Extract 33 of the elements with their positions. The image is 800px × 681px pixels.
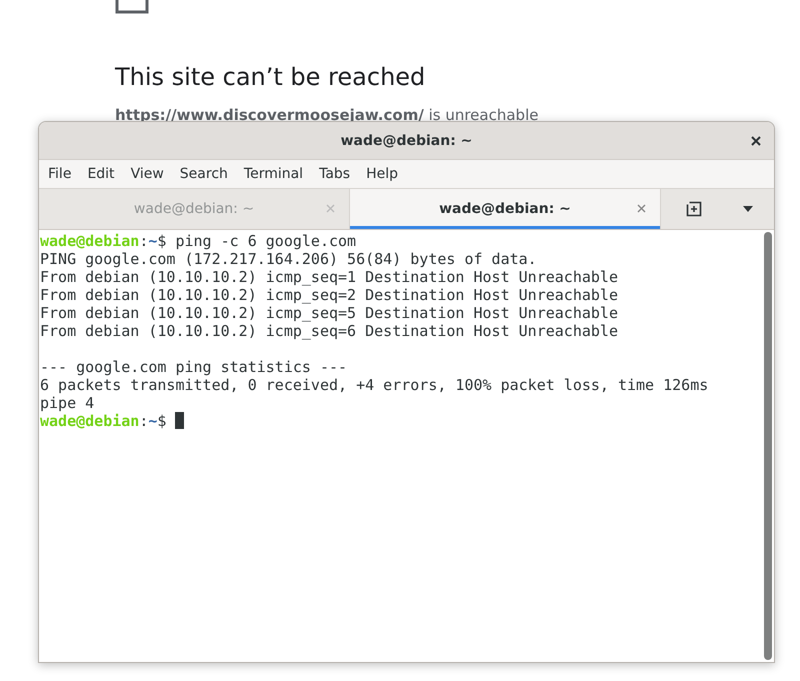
menu-item[interactable]: View bbox=[130, 166, 172, 182]
command-text: ping -c 6 google.com bbox=[174, 232, 356, 250]
prompt-user-host: wade@debian bbox=[40, 412, 140, 430]
output-line: From debian (10.10.10.2) icmp_seq=1 Destination Host Unreachable bbox=[40, 268, 618, 286]
new-tab-icon[interactable] bbox=[686, 201, 702, 217]
output-line: From debian (10.10.10.2) icmp_seq=2 Destination Host Unreachable bbox=[40, 286, 618, 304]
menu-item[interactable]: File bbox=[48, 166, 80, 182]
menu-item[interactable]: Terminal bbox=[244, 166, 312, 182]
output-line: --- google.com ping statistics --- bbox=[40, 358, 348, 376]
output-line: pipe 4 bbox=[40, 394, 94, 412]
menu-item[interactable]: Help bbox=[366, 166, 406, 182]
output-line: PING google.com (172.217.164.206) 56(84) bytes of data. bbox=[40, 250, 537, 268]
prompt-user-host: wade@debian bbox=[40, 232, 140, 250]
scrollbar[interactable] bbox=[764, 232, 772, 660]
window-title: wade@debian: ~ bbox=[340, 132, 472, 148]
close-icon[interactable] bbox=[751, 136, 761, 146]
prompt-separator: : bbox=[139, 232, 148, 250]
text-cursor bbox=[175, 412, 184, 429]
error-heading: This site can’t be reached bbox=[115, 62, 426, 93]
dropdown-icon[interactable] bbox=[743, 206, 754, 212]
error-message: https://www.discovermoosejaw.com/ is unreachable bbox=[115, 105, 540, 125]
output-line: From debian (10.10.10.2) icmp_seq=6 Destination Host Unreachable bbox=[40, 322, 618, 340]
output-line: From debian (10.10.10.2) icmp_seq=5 Destination Host Unreachable bbox=[40, 304, 618, 322]
menu-item[interactable]: Tabs bbox=[319, 166, 358, 182]
menu-item[interactable]: Edit bbox=[87, 166, 123, 182]
menu-item[interactable]: Search bbox=[180, 166, 236, 182]
prompt-path: ~ bbox=[148, 412, 158, 430]
prompt-sign: $ bbox=[157, 232, 166, 250]
output-line: 6 packets transmitted, 0 received, +4 errors, 100% packet loss, time 126ms bbox=[40, 376, 708, 394]
prompt-sign: $ bbox=[157, 412, 166, 430]
prompt-separator: : bbox=[139, 412, 148, 430]
terminal-tab[interactable]: wade@debian: ~ bbox=[350, 189, 661, 229]
prompt-path: ~ bbox=[148, 232, 158, 250]
